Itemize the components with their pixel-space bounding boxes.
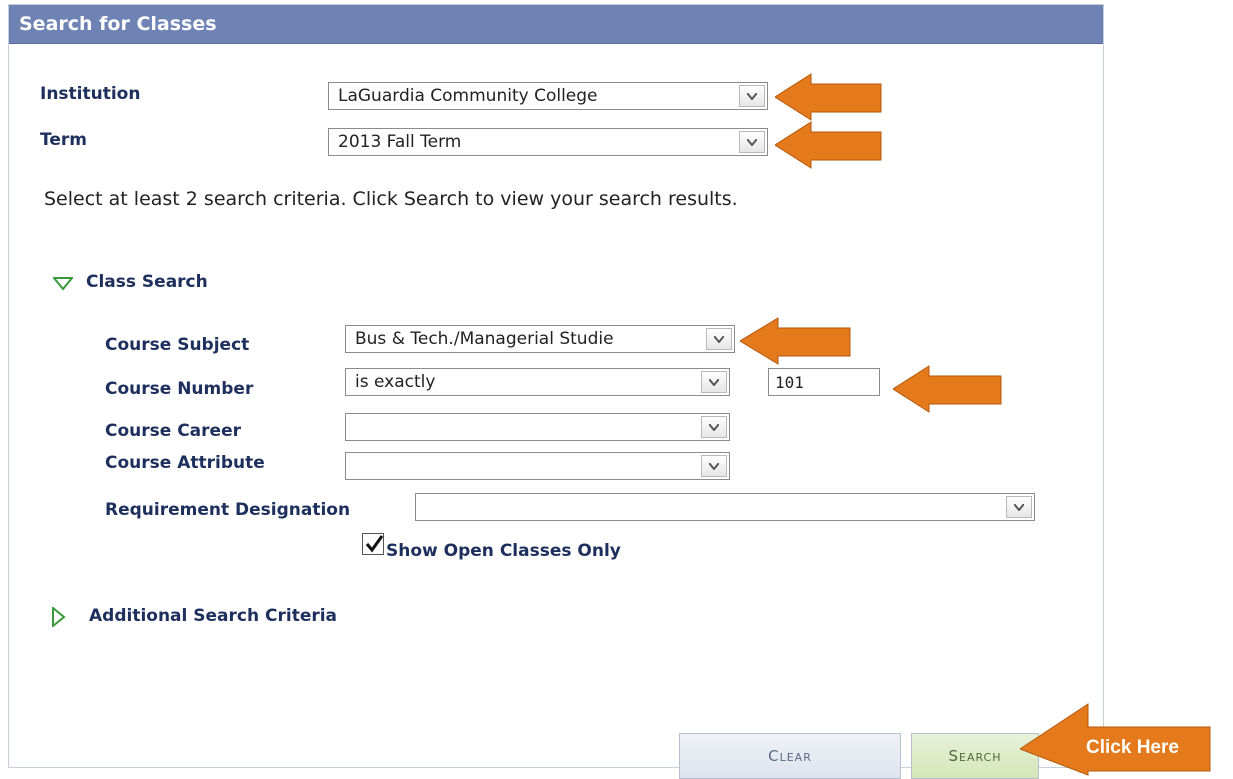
clear-button[interactable]: Clear [679, 733, 901, 779]
course-subject-value: Bus & Tech./Managerial Studie [355, 329, 614, 349]
course-number-input[interactable]: 101 [768, 368, 880, 396]
chevron-down-icon[interactable] [701, 416, 727, 438]
chevron-down-icon[interactable] [701, 455, 727, 477]
course-career-select[interactable] [345, 413, 730, 441]
term-select[interactable]: 2013 Fall Term [328, 128, 768, 156]
search-instructions: Select at least 2 search criteria. Click… [44, 188, 738, 210]
arrow-icon [893, 365, 1002, 413]
collapsed-triangle-icon[interactable] [52, 607, 66, 627]
institution-select[interactable]: LaGuardia Community College [328, 82, 768, 110]
arrow-icon [740, 317, 851, 365]
clear-button-label: Clear [768, 747, 812, 765]
chevron-down-icon[interactable] [701, 371, 727, 393]
course-number-operator-value: is exactly [355, 372, 436, 392]
panel-title: Search for Classes [19, 13, 217, 35]
term-label: Term [40, 130, 87, 150]
course-career-label: Course Career [105, 421, 241, 441]
class-search-title[interactable]: Class Search [86, 272, 208, 292]
course-number-operator-select[interactable]: is exactly [345, 368, 730, 396]
course-number-value: 101 [775, 373, 804, 392]
term-value: 2013 Fall Term [338, 132, 462, 152]
chevron-down-icon[interactable] [739, 85, 765, 107]
open-classes-label: Show Open Classes Only [386, 541, 621, 561]
chevron-down-icon[interactable] [706, 328, 732, 350]
course-number-label: Course Number [105, 379, 254, 399]
click-here-callout: Click Here [1064, 727, 1210, 771]
chevron-down-icon[interactable] [1006, 496, 1032, 518]
checkmark-icon [365, 535, 384, 553]
expand-triangle-icon[interactable] [53, 277, 73, 291]
open-classes-checkbox[interactable] [362, 533, 384, 555]
additional-search-criteria-link[interactable]: Additional Search Criteria [89, 606, 337, 626]
requirement-designation-select[interactable] [415, 493, 1035, 521]
requirement-designation-label: Requirement Designation [105, 500, 351, 520]
click-here-text: Click Here [1086, 737, 1179, 758]
institution-label: Institution [40, 84, 141, 104]
course-attribute-label: Course Attribute [105, 453, 265, 473]
institution-value: LaGuardia Community College [338, 86, 598, 106]
arrow-icon [775, 73, 882, 121]
course-subject-label: Course Subject [105, 335, 250, 355]
search-button-label: Search [948, 747, 1002, 765]
arrow-icon [775, 121, 882, 169]
course-attribute-select[interactable] [345, 452, 730, 480]
course-subject-select[interactable]: Bus & Tech./Managerial Studie [345, 325, 735, 353]
chevron-down-icon[interactable] [739, 131, 765, 153]
panel-header: Search for Classes [9, 5, 1103, 44]
